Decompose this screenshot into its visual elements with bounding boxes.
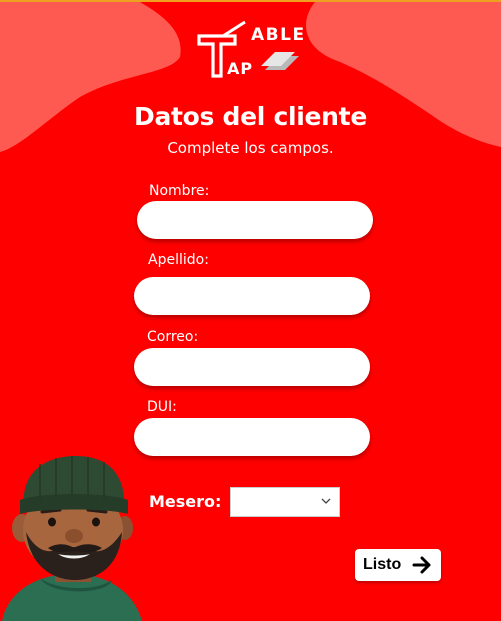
chevron-down-icon (321, 498, 331, 504)
correo-label: Correo: (147, 329, 199, 345)
page-subtitle: Complete los campos. (167, 139, 334, 157)
logo-top-text: ABLE (251, 25, 305, 45)
listo-button-label: Listo (363, 556, 402, 573)
arrow-right-icon (412, 556, 431, 574)
logo-bottom-text: AP (227, 59, 253, 78)
page-title: Datos del cliente (134, 102, 367, 131)
nombre-input[interactable] (137, 201, 373, 239)
nombre-label: Nombre: (149, 183, 210, 199)
mesero-select[interactable] (230, 487, 340, 517)
waiter-avatar-illustration (2, 456, 142, 621)
dui-label: DUI: (147, 399, 177, 415)
tablet-icon (261, 52, 299, 70)
correo-input[interactable] (134, 348, 370, 386)
listo-button[interactable]: Listo (355, 549, 441, 581)
tabletap-logo: ABLE AP (197, 20, 305, 78)
apellido-label: Apellido: (148, 252, 209, 268)
mesero-label: Mesero: (149, 492, 222, 511)
dui-input[interactable] (134, 418, 370, 456)
apellido-input[interactable] (134, 277, 370, 315)
